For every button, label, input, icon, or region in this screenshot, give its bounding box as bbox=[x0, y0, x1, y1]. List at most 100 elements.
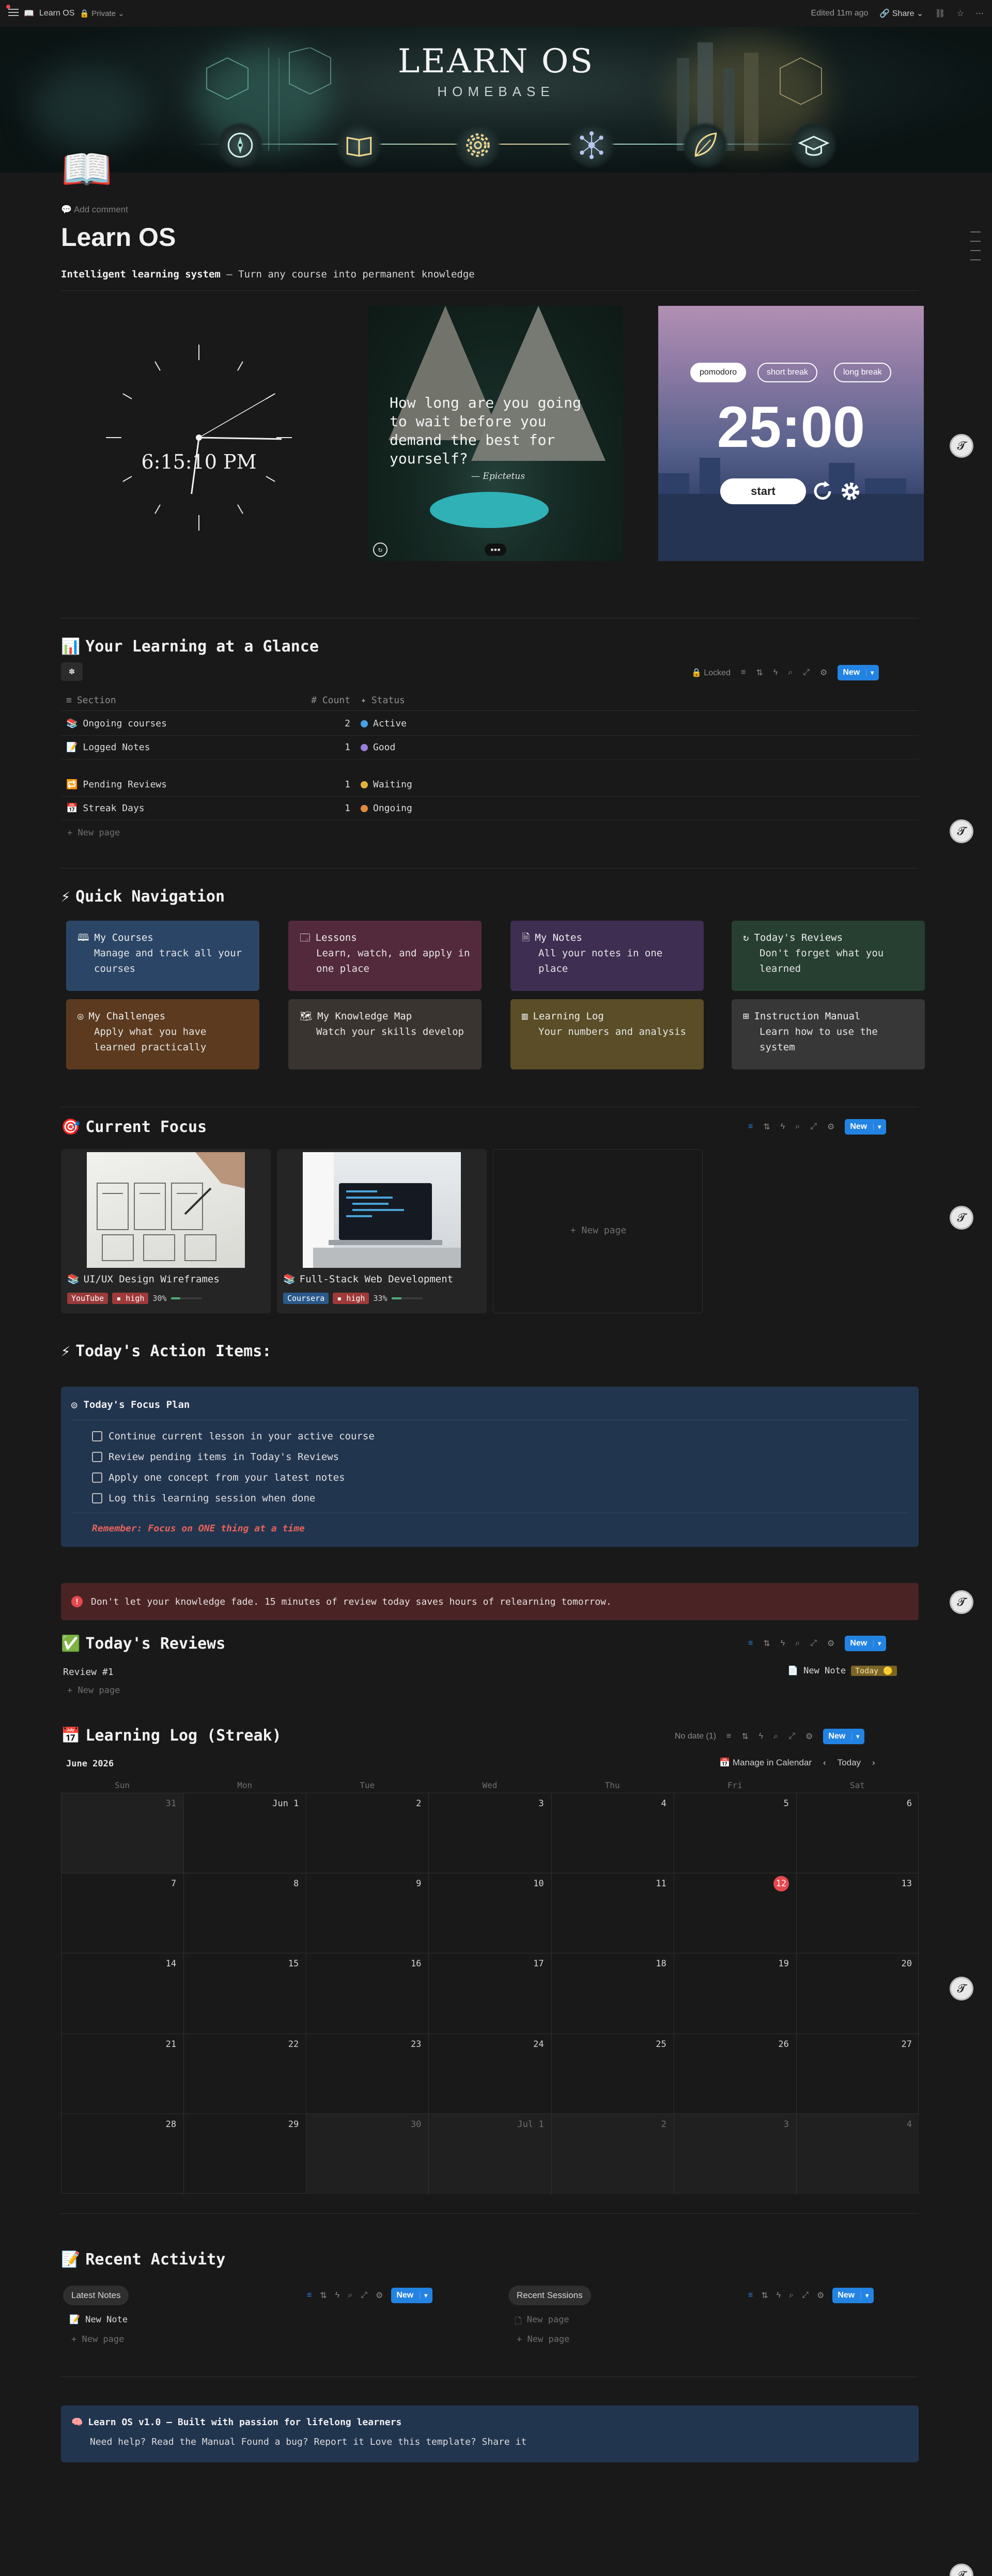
sort-icon[interactable]: ⇅ bbox=[763, 1122, 770, 1132]
toc-marker[interactable] bbox=[970, 241, 981, 242]
table-row[interactable]: 📅 Streak Days 1 Ongoing bbox=[61, 797, 919, 820]
sort-icon[interactable]: ⇅ bbox=[763, 1638, 770, 1649]
refresh-quote-icon[interactable]: ↻ bbox=[373, 542, 388, 557]
search-icon[interactable]: ⌕ bbox=[348, 2291, 352, 2300]
toc-marker[interactable] bbox=[970, 250, 981, 251]
new-page-card[interactable]: + New page bbox=[493, 1149, 703, 1313]
star-icon[interactable]: ☆ bbox=[957, 8, 964, 19]
search-icon[interactable]: ⌕ bbox=[795, 1639, 800, 1648]
privacy-indicator[interactable]: 🔒 Private ⌄ bbox=[80, 9, 124, 18]
nav-card-learning-log[interactable]: ▥ Learning Log Your numbers and analysis bbox=[510, 999, 704, 1069]
calendar-day[interactable]: 25 bbox=[551, 2034, 674, 2114]
checkbox[interactable] bbox=[92, 1472, 102, 1483]
calendar-day[interactable]: 3 bbox=[429, 1793, 552, 1874]
sidebar-toggle[interactable] bbox=[6, 4, 19, 19]
settings-icon[interactable]: ⚙ bbox=[817, 2290, 824, 2301]
long-break-button[interactable]: long break bbox=[834, 363, 891, 382]
calendar-day[interactable]: 29 bbox=[184, 2114, 307, 2194]
calendar-day[interactable]: 12 bbox=[674, 1873, 797, 1954]
checkbox[interactable] bbox=[92, 1431, 102, 1441]
calendar-day[interactable]: 4 bbox=[551, 1793, 674, 1874]
filter-icon[interactable]: ≡ bbox=[748, 2291, 753, 2300]
nav-card-my-challenges[interactable]: ◎ My Challenges Apply what you have learne… bbox=[66, 999, 259, 1069]
new-button[interactable]: New ▾ bbox=[838, 665, 879, 680]
new-button[interactable]: New ▾ bbox=[845, 1636, 887, 1651]
calendar-day[interactable]: 27 bbox=[796, 2034, 919, 2114]
manage-calendar-button[interactable]: 📅 Manage in Calendar bbox=[719, 1758, 812, 1768]
page-title[interactable]: Learn OS bbox=[61, 222, 176, 252]
calendar-day[interactable]: 15 bbox=[184, 1953, 307, 2034]
sort-icon[interactable]: ⇅ bbox=[741, 1731, 748, 1742]
expand-icon[interactable]: ⤢ bbox=[810, 1639, 817, 1648]
settings-icon[interactable]: ⚙ bbox=[820, 668, 827, 678]
course-card[interactable]: 📚 UI/UX Design Wireframes YouTube ▪ high … bbox=[61, 1149, 271, 1313]
assistant-button[interactable]: 𝓣 bbox=[950, 1590, 973, 1614]
todo-item[interactable]: Continue current lesson in your active c… bbox=[92, 1426, 375, 1447]
calendar-day[interactable]: 28 bbox=[61, 2114, 184, 2194]
new-button[interactable]: New ▾ bbox=[823, 1729, 865, 1744]
link-icon[interactable]: ⛓ bbox=[935, 8, 945, 19]
filter-icon[interactable]: ≡ bbox=[307, 2291, 312, 2300]
settings-icon[interactable]: ⚙ bbox=[376, 2290, 383, 2301]
calendar-day[interactable]: 8 bbox=[184, 1873, 307, 1954]
calendar-day[interactable]: 17 bbox=[429, 1953, 552, 2034]
short-break-button[interactable]: short break bbox=[757, 363, 818, 382]
nav-card-lessons[interactable]: 🗔 Lessons Learn, watch, and apply in one p… bbox=[288, 921, 482, 991]
recent-sessions-tab[interactable]: Recent Sessions bbox=[508, 2286, 591, 2305]
automation-icon[interactable]: ϟ bbox=[781, 1122, 785, 1131]
calendar-day[interactable]: 18 bbox=[551, 1953, 674, 2034]
nav-card-my-courses[interactable]: 🕮 My Courses Manage and track all your cou… bbox=[66, 921, 259, 991]
no-date-filter[interactable]: No date (1) bbox=[675, 1732, 716, 1741]
todo-item[interactable]: Log this learning session when done bbox=[92, 1488, 375, 1509]
calendar-day[interactable]: 14 bbox=[61, 1953, 184, 2034]
calendar-day[interactable]: 19 bbox=[674, 1953, 797, 2034]
table-row[interactable]: 🔁 Pending Reviews 1 Waiting bbox=[61, 773, 919, 797]
prev-month-icon[interactable]: ‹ bbox=[823, 1758, 826, 1768]
view-switch-icon[interactable]: ✽ bbox=[61, 662, 83, 681]
checkbox[interactable] bbox=[92, 1452, 102, 1462]
calendar-day[interactable]: 21 bbox=[61, 2034, 184, 2114]
column-status[interactable]: ✦ Status bbox=[361, 695, 405, 706]
assistant-button[interactable]: 𝓣 bbox=[950, 434, 973, 458]
automation-icon[interactable]: ϟ bbox=[781, 1639, 785, 1648]
new-button[interactable]: New ▾ bbox=[832, 2288, 874, 2303]
todo-item[interactable]: Review pending items in Today's Reviews bbox=[92, 1447, 375, 1467]
automation-icon[interactable]: ϟ bbox=[777, 2291, 781, 2300]
next-month-icon[interactable]: › bbox=[872, 1758, 875, 1768]
calendar-day[interactable]: 13 bbox=[796, 1873, 919, 1954]
table-row[interactable]: 📝 Logged Notes 1 Good bbox=[61, 736, 919, 759]
start-button[interactable]: start bbox=[720, 478, 806, 504]
calendar-day[interactable]: 22 bbox=[184, 2034, 307, 2114]
calendar-day[interactable]: 2 bbox=[551, 2114, 674, 2194]
calendar-day[interactable]: 24 bbox=[429, 2034, 552, 2114]
today-button[interactable]: Today bbox=[838, 1758, 861, 1768]
breadcrumb-page[interactable]: Learn OS bbox=[39, 9, 74, 18]
calendar-day[interactable]: 7 bbox=[61, 1873, 184, 1954]
calendar-day[interactable]: 9 bbox=[306, 1873, 429, 1954]
assistant-button[interactable]: 𝓣 bbox=[950, 1977, 973, 2000]
more-icon[interactable]: ⋯ bbox=[975, 8, 984, 19]
filter-icon[interactable]: ≡ bbox=[741, 668, 746, 677]
column-count[interactable]: # Count bbox=[293, 695, 361, 706]
checkbox[interactable] bbox=[92, 1493, 102, 1503]
automation-icon[interactable]: ϟ bbox=[759, 1732, 763, 1741]
todo-item[interactable]: Apply one concept from your latest notes bbox=[92, 1467, 375, 1488]
latest-note-item[interactable]: 📝 New Note bbox=[69, 2315, 128, 2325]
calendar-day[interactable]: 11 bbox=[551, 1873, 674, 1954]
add-comment-button[interactable]: 💬 Add comment bbox=[61, 205, 128, 215]
calendar-day[interactable]: 10 bbox=[429, 1873, 552, 1954]
assistant-button[interactable]: 𝓣 bbox=[950, 1206, 973, 1230]
sort-icon[interactable]: ⇅ bbox=[320, 2290, 327, 2301]
new-page-button[interactable]: + New page bbox=[67, 828, 120, 838]
table-row[interactable]: 📚 Ongoing courses 2 Active bbox=[61, 712, 919, 736]
calendar-day[interactable]: 20 bbox=[796, 1953, 919, 2034]
expand-icon[interactable]: ⤢ bbox=[803, 668, 810, 677]
search-icon[interactable]: ⌕ bbox=[773, 1732, 778, 1741]
new-page-button[interactable]: + New page bbox=[71, 2334, 124, 2345]
new-page-button[interactable]: + New page bbox=[517, 2334, 569, 2345]
filter-icon[interactable]: ≡ bbox=[726, 1732, 731, 1741]
new-button[interactable]: New ▾ bbox=[391, 2288, 433, 2303]
calendar-day[interactable]: 5 bbox=[674, 1793, 797, 1874]
search-icon[interactable]: ⌕ bbox=[795, 1122, 800, 1131]
expand-icon[interactable]: ⤢ bbox=[361, 2291, 367, 2300]
